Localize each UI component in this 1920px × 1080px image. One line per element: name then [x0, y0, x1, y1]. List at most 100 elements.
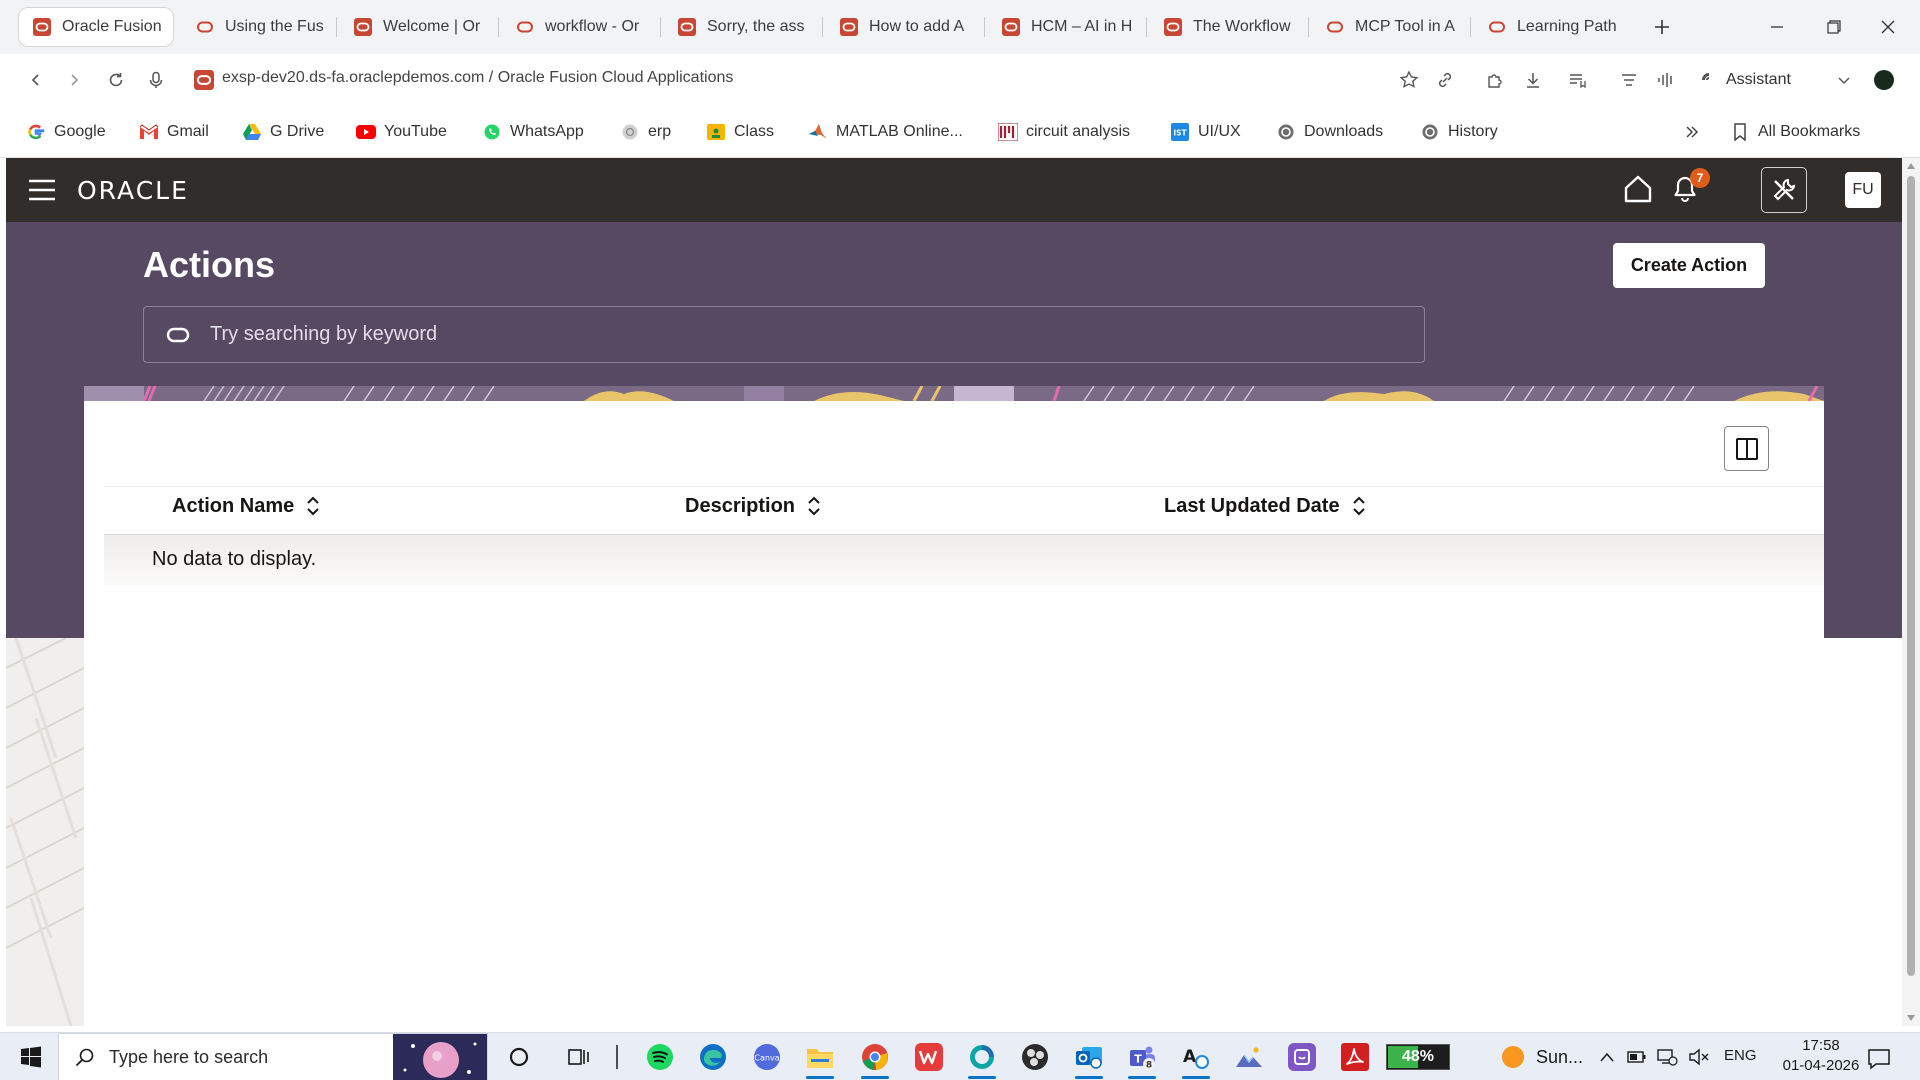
- oracle-logo[interactable]: ORACLE: [77, 176, 189, 205]
- forward-arrow-icon: [71, 74, 79, 86]
- browser-tab[interactable]: The Workflow: [1150, 7, 1300, 47]
- bookmark-star-button[interactable]: [1394, 65, 1424, 95]
- bookmark-erp[interactable]: erp: [620, 120, 671, 144]
- taskbar-app-photos[interactable]: [1232, 1041, 1266, 1073]
- language-indicator[interactable]: ENG: [1724, 1047, 1757, 1064]
- column-header-action-name[interactable]: Action Name: [172, 491, 320, 521]
- task-view-button[interactable]: [562, 1041, 596, 1073]
- chevron-down-icon: [1838, 77, 1850, 85]
- media-button[interactable]: [1651, 65, 1681, 95]
- notification-center-icon: [1868, 1049, 1890, 1070]
- browser-tab[interactable]: workflow - Or: [502, 7, 652, 47]
- manage-columns-button[interactable]: [1724, 426, 1769, 471]
- tab-search-button[interactable]: [1614, 65, 1644, 95]
- bookmark-history[interactable]: History: [1420, 120, 1498, 144]
- all-bookmarks-button[interactable]: All Bookmarks: [1730, 120, 1860, 144]
- browser-tab[interactable]: MCP Tool in A: [1312, 7, 1462, 47]
- network-button[interactable]: [1654, 1041, 1680, 1073]
- taskbar-app-teams[interactable]: T8: [1125, 1041, 1159, 1079]
- create-action-button[interactable]: Create Action: [1613, 243, 1765, 288]
- taskbar-app-obs[interactable]: [1018, 1041, 1052, 1073]
- downloads-button[interactable]: [1518, 65, 1548, 95]
- cortana-button[interactable]: [502, 1041, 536, 1073]
- reading-mode-button[interactable]: [1562, 65, 1592, 95]
- taskbar-app-clipchamp[interactable]: [1285, 1041, 1319, 1073]
- restore-button[interactable]: [1814, 8, 1854, 46]
- oracle-favicon-icon: [840, 18, 858, 36]
- bookmark-whatsapp[interactable]: WhatsApp: [482, 120, 584, 144]
- bookmark-matlab[interactable]: MATLAB Online...: [808, 120, 963, 144]
- bookmark-gmail[interactable]: Gmail: [139, 120, 209, 144]
- share-link-button[interactable]: [1430, 65, 1460, 95]
- bookmark-label: History: [1448, 123, 1498, 140]
- bookmark-downloads[interactable]: Downloads: [1276, 120, 1383, 144]
- taskbar-app-file-explorer[interactable]: [803, 1041, 837, 1079]
- bookmarks-overflow-button[interactable]: [1684, 120, 1700, 144]
- browser-tab[interactable]: Sorry, the ass: [664, 7, 814, 47]
- hamburger-menu-button[interactable]: [28, 177, 56, 203]
- taskbar-app-wps[interactable]: [912, 1041, 946, 1073]
- volume-button[interactable]: [1686, 1041, 1712, 1073]
- taskbar-search-box[interactable]: Type here to search: [58, 1033, 488, 1080]
- bookmark-label: Class: [734, 123, 775, 140]
- taskbar-app-chrome[interactable]: [858, 1041, 892, 1079]
- voice-search-button[interactable]: [140, 64, 172, 96]
- youtube-icon: [356, 122, 376, 142]
- reload-button[interactable]: [100, 64, 132, 96]
- column-header-label: Action Name: [172, 494, 295, 517]
- search-input[interactable]: Try searching by keyword: [143, 306, 1425, 363]
- clock[interactable]: 17:58 01-04-2026: [1778, 1036, 1864, 1078]
- minimize-button[interactable]: [1757, 8, 1797, 46]
- bookmark-g-drive[interactable]: G Drive: [242, 120, 324, 144]
- scroll-thumb[interactable]: [1907, 176, 1915, 976]
- page-title: Actions: [143, 244, 276, 285]
- customize-tools-button[interactable]: [1761, 167, 1807, 213]
- column-header-description[interactable]: Description: [685, 491, 821, 521]
- close-window-button[interactable]: [1868, 8, 1908, 46]
- weather-widget[interactable]: Sun...: [1498, 1043, 1583, 1071]
- browser-tab[interactable]: Using the Fus: [182, 7, 328, 47]
- history-icon: [1420, 122, 1440, 142]
- browser-tab[interactable]: Learning Path: [1474, 7, 1624, 47]
- tab-label: Using the Fus: [225, 18, 324, 35]
- start-button[interactable]: [14, 1041, 48, 1073]
- user-avatar[interactable]: FU: [1845, 172, 1881, 208]
- bookmark-class[interactable]: Class: [706, 120, 774, 144]
- taskbar-app-spotify[interactable]: [643, 1041, 677, 1073]
- bookmark-label: Downloads: [1304, 123, 1384, 140]
- menu-lines-icon: [1622, 74, 1636, 86]
- home-button[interactable]: [1622, 173, 1654, 205]
- extensions-button[interactable]: [1480, 65, 1510, 95]
- more-menu-button[interactable]: [1829, 65, 1859, 95]
- star-icon: [1399, 70, 1419, 88]
- bookmark-youtube[interactable]: YouTube: [356, 120, 447, 144]
- column-header-last-updated-date[interactable]: Last Updated Date: [1164, 491, 1366, 521]
- taskbar-app-edge[interactable]: [696, 1041, 730, 1073]
- profile-avatar[interactable]: [1874, 70, 1894, 90]
- url-field[interactable]: exsp-dev20.ds-fa.oraclepdemos.com / Orac…: [222, 69, 733, 87]
- show-hidden-icons-button[interactable]: [1594, 1041, 1620, 1073]
- bookmark-ui-ux[interactable]: IST UI/UX: [1170, 120, 1241, 144]
- page-scrollbar[interactable]: [1902, 158, 1920, 1026]
- notification-center-button[interactable]: [1862, 1043, 1896, 1075]
- battery-indicator[interactable]: 48%: [1386, 1044, 1450, 1070]
- power-status-button[interactable]: [1624, 1041, 1650, 1073]
- forward-button[interactable]: [58, 64, 90, 96]
- gmail-icon: [139, 122, 159, 142]
- back-button[interactable]: [20, 64, 52, 96]
- browser-tab[interactable]: How to add A: [826, 7, 976, 47]
- taskbar-app-outlook[interactable]: [1072, 1041, 1106, 1079]
- taskbar-app-browser-active[interactable]: [965, 1041, 999, 1079]
- bookmark-circuit-analysis[interactable]: circuit analysis: [998, 120, 1130, 144]
- taskbar-app-translate[interactable]: A: [1179, 1041, 1213, 1079]
- browser-tab[interactable]: Oracle Fusion: [18, 7, 174, 47]
- svg-text:8: 8: [1146, 1061, 1152, 1071]
- assistant-button[interactable]: Assistant: [1700, 65, 1791, 95]
- taskbar-app-acrobat[interactable]: [1338, 1041, 1372, 1073]
- taskbar-app-canva[interactable]: Canva: [750, 1041, 784, 1073]
- new-tab-button[interactable]: [1642, 8, 1682, 46]
- bookmark-google[interactable]: Google: [26, 120, 106, 144]
- notifications-button[interactable]: 7: [1670, 168, 1710, 208]
- browser-tab[interactable]: HCM – AI in H: [988, 7, 1138, 47]
- browser-tab[interactable]: Welcome | Or: [340, 7, 490, 47]
